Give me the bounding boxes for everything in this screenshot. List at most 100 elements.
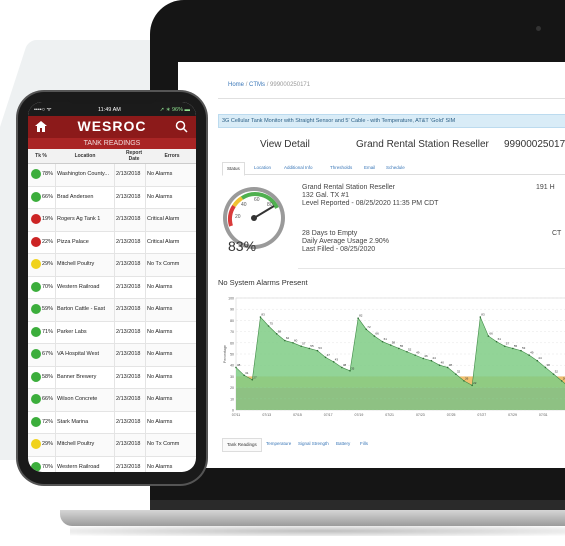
- tab-signal-strength[interactable]: Signal Strength: [298, 438, 329, 450]
- breadcrumb-ctms[interactable]: CTMs: [249, 82, 265, 88]
- data-label: 44: [432, 356, 436, 360]
- tab-status[interactable]: Status: [222, 162, 245, 176]
- table-row[interactable]: 70% Western Railroad 2/13/2018 No Alarms: [28, 456, 196, 472]
- data-label: 55: [400, 344, 404, 348]
- row-location: Parker Labs: [57, 328, 87, 335]
- data-label: 55: [514, 344, 518, 348]
- data-label: 44: [538, 356, 542, 360]
- divider: [55, 276, 56, 299]
- tab-fills[interactable]: Fills: [360, 438, 368, 450]
- tab-email[interactable]: Email: [364, 162, 375, 174]
- data-label: 35: [351, 366, 355, 370]
- table-row[interactable]: 78% Washington County... 2/13/2018 No Alarm…: [28, 164, 196, 187]
- tab-additional-info[interactable]: Additional Info: [284, 162, 313, 174]
- divider: [145, 186, 146, 209]
- data-label: 62: [286, 336, 290, 340]
- col-location[interactable]: Location: [58, 153, 112, 159]
- x-tick-label: 07/29: [508, 413, 517, 417]
- status-dot-icon: [31, 236, 41, 247]
- x-tick-label: 07/31: [539, 413, 548, 417]
- info-block-2: 28 Days to Empty Daily Average Usage 2.9…: [302, 230, 389, 254]
- breadcrumb-home[interactable]: Home: [228, 82, 244, 88]
- col-report-date[interactable]: Report Date: [122, 150, 146, 162]
- table-row[interactable]: 29% Mitchell Poultry 2/13/2018 No Tx Comm: [28, 434, 196, 457]
- divider: [114, 186, 115, 209]
- data-label: 72: [367, 325, 371, 329]
- data-label: 75: [270, 322, 274, 326]
- divider: [55, 186, 56, 209]
- row-errors: No Tx Comm: [147, 261, 180, 267]
- table-row[interactable]: 19% Rogers Ag Tank 1 2/13/2018 Critical Ala…: [28, 209, 196, 232]
- row-errors: No Alarms: [147, 171, 173, 177]
- divider: [145, 321, 146, 344]
- data-label: 82: [359, 314, 363, 318]
- gauge-tick: 40: [241, 202, 247, 208]
- tab-battery[interactable]: Battery: [336, 438, 350, 450]
- table-row[interactable]: 22% Pizza Palace 2/13/2018 Critical Alarm: [28, 231, 196, 254]
- row-date: 2/13/2018: [116, 238, 141, 245]
- data-label: 57: [506, 342, 510, 346]
- data-label: 38: [343, 363, 347, 367]
- info-line: Last Filled - 08/25/2020: [302, 246, 376, 253]
- phone-notch: [66, 92, 158, 104]
- status-dot-icon: [31, 439, 41, 449]
- col-tk-pct[interactable]: Tk %: [30, 153, 52, 159]
- y-tick-label: 50: [230, 353, 234, 357]
- info-line: 132 Gal. TX #1: [302, 192, 349, 199]
- row-errors: Critical Alarm: [147, 238, 180, 245]
- tab-location[interactable]: Location: [254, 162, 271, 174]
- col-errors[interactable]: Errors: [152, 153, 192, 159]
- data-label: 32: [555, 370, 559, 374]
- table-row[interactable]: 66% Brad Andersen 2/13/2018 No Alarms: [28, 186, 196, 209]
- data-label: 46: [424, 354, 428, 358]
- tab-tank-readings[interactable]: Tank Readings: [222, 438, 262, 452]
- divider: [55, 209, 56, 231]
- data-label: 57: [302, 342, 306, 346]
- tab-schedule[interactable]: Schedule: [386, 162, 405, 174]
- row-location: Barton Cattle - East: [57, 306, 105, 312]
- view-detail-title: View Detail: [260, 139, 310, 150]
- table-row[interactable]: 66% Wilson Concrete 2/13/2018 No Alarms: [28, 389, 196, 412]
- table-row[interactable]: 70% Western Railroad 2/13/2018 No Alarms: [28, 276, 196, 299]
- search-icon[interactable]: [175, 120, 188, 133]
- y-tick-label: 60: [230, 341, 234, 345]
- status-dot-icon: [31, 394, 41, 404]
- row-date: 2/13/2018: [116, 463, 141, 470]
- info-block-1: Grand Rental Station Reseller 132 Gal. T…: [302, 184, 438, 208]
- table-row[interactable]: 71% Parker Labs 2/13/2018 No Alarms: [28, 321, 196, 344]
- data-label: 47: [327, 353, 331, 357]
- row-percent: 66%: [42, 396, 54, 402]
- right-value-top: 191 H: [536, 184, 555, 191]
- status-dot-icon: [31, 326, 41, 337]
- data-label: 38: [237, 363, 241, 367]
- table-row[interactable]: 29% Mitchell Poultry 2/13/2018 No Tx Comm: [28, 254, 196, 277]
- data-label: 27: [253, 375, 257, 379]
- data-label: 58: [392, 341, 396, 345]
- table-row[interactable]: 59% Barton Cattle - East 2/13/2018 No Alarm…: [28, 299, 196, 322]
- divider: [55, 411, 56, 434]
- tank-list: 78% Washington County... 2/13/2018 No Alarm…: [28, 164, 196, 472]
- row-date: 2/13/2018: [116, 418, 141, 425]
- status-dot-icon: [31, 214, 41, 224]
- table-row[interactable]: 58% Banner Brewery 2/13/2018 No Alarms: [28, 366, 196, 389]
- data-label: 43: [335, 357, 339, 361]
- tab-temperature[interactable]: Temperature: [266, 438, 291, 450]
- divider: [145, 164, 146, 186]
- divider: [145, 434, 146, 456]
- data-label: 53: [522, 346, 526, 350]
- table-row[interactable]: 67% VA Hospital West 2/13/2018 No Alarms: [28, 344, 196, 367]
- data-label: 31: [245, 371, 249, 375]
- row-errors: No Alarms: [147, 283, 173, 290]
- breadcrumb-current: 999000250171: [270, 82, 311, 88]
- y-tick-label: 40: [230, 364, 234, 368]
- x-tick-label: 07/13: [262, 413, 271, 417]
- row-location: Banner Brewery: [57, 373, 97, 380]
- divider: [55, 389, 56, 411]
- divider: [145, 209, 146, 231]
- tab-thresholds[interactable]: Thresholds: [330, 162, 352, 174]
- row-percent: 72%: [42, 418, 54, 425]
- laptop-shadow: [70, 526, 565, 536]
- divider: [55, 299, 56, 321]
- table-row[interactable]: 72% Stark Marina 2/13/2018 No Alarms: [28, 411, 196, 434]
- divider: [55, 434, 56, 456]
